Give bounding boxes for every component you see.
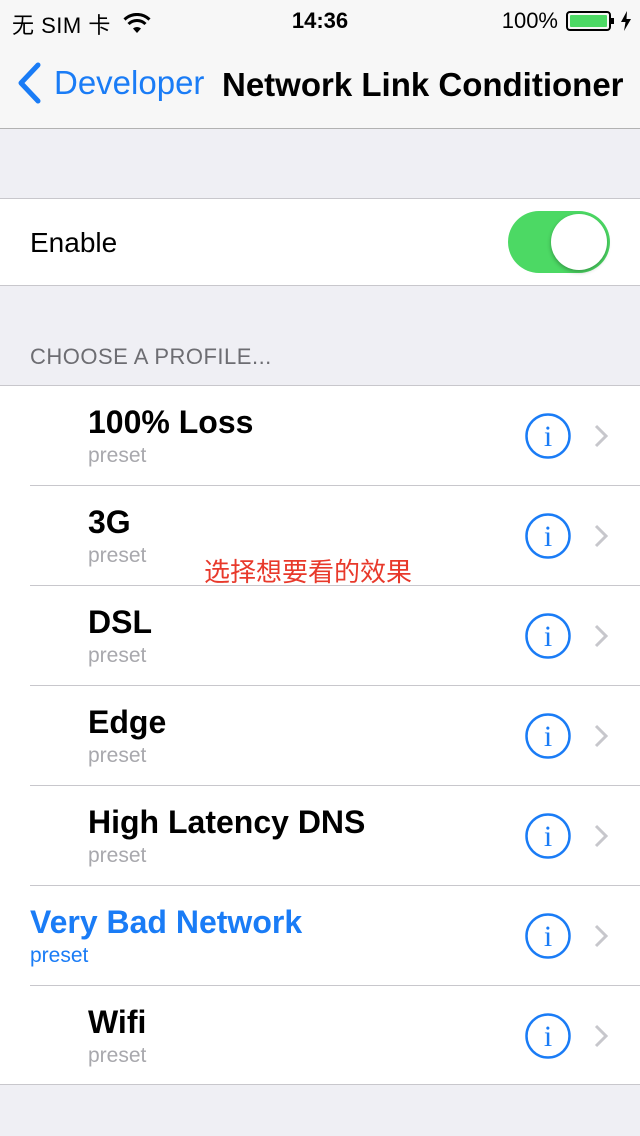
info-icon[interactable]: i xyxy=(525,513,571,559)
svg-text:i: i xyxy=(544,820,552,853)
profile-name: Edge xyxy=(88,704,167,740)
profile-row-100-loss[interactable]: 100% Loss preset i xyxy=(0,386,640,486)
info-icon[interactable]: i xyxy=(525,613,571,659)
profile-subtitle: preset xyxy=(88,844,147,867)
profile-subtitle: preset xyxy=(88,644,147,667)
profile-row-dsl[interactable]: DSL preset i xyxy=(0,586,640,686)
profile-name: Very Bad Network xyxy=(30,904,303,940)
page-title: Network Link Conditioner xyxy=(222,66,624,103)
profile-row-very-bad-network[interactable]: Very Bad Network preset i xyxy=(0,886,640,986)
info-icon[interactable]: i xyxy=(525,713,571,759)
profile-subtitle: preset xyxy=(30,944,89,967)
charging-bolt-icon xyxy=(620,10,632,32)
navigation-bar: Developer Network Link Conditioner xyxy=(0,40,640,129)
annotation-text: 选择想要看的效果 xyxy=(204,558,413,588)
chevron-right-icon xyxy=(594,724,609,748)
profile-list: 100% Loss preset i 3G preset i DSL prese… xyxy=(0,385,640,1085)
enable-label: Enable xyxy=(30,227,118,258)
chevron-right-icon xyxy=(594,424,609,448)
profile-row-high-latency-dns[interactable]: High Latency DNS preset i xyxy=(0,786,640,886)
chevron-right-icon xyxy=(594,524,609,548)
profile-row-edge[interactable]: Edge preset i xyxy=(0,686,640,786)
svg-text:i: i xyxy=(544,720,552,753)
info-icon[interactable]: i xyxy=(525,813,571,859)
info-icon[interactable]: i xyxy=(525,1013,571,1059)
info-icon[interactable]: i xyxy=(525,913,571,959)
back-label: Developer xyxy=(54,64,205,101)
status-right: 100% xyxy=(502,8,632,34)
section-header: CHOOSE A PROFILE... xyxy=(30,344,272,369)
profile-subtitle: preset xyxy=(88,744,147,767)
back-button[interactable]: Developer xyxy=(16,62,204,104)
profile-subtitle: preset xyxy=(88,444,147,467)
chevron-right-icon xyxy=(594,1024,609,1048)
svg-text:i: i xyxy=(544,420,552,453)
toggle-knob xyxy=(551,214,607,270)
svg-text:i: i xyxy=(544,620,552,653)
svg-text:i: i xyxy=(544,1020,552,1053)
battery-percent: 100% xyxy=(501,8,558,33)
profile-row-wifi[interactable]: Wifi preset i xyxy=(0,986,640,1086)
chevron-right-icon xyxy=(594,924,609,948)
battery-icon xyxy=(566,10,616,32)
chevron-right-icon xyxy=(594,624,609,648)
chevron-left-icon xyxy=(16,62,42,104)
info-icon[interactable]: i xyxy=(525,413,571,459)
svg-text:i: i xyxy=(544,920,552,953)
profile-name: Wifi xyxy=(88,1004,147,1040)
profile-subtitle: preset xyxy=(88,544,147,567)
svg-text:i: i xyxy=(544,520,552,553)
profile-name: High Latency DNS xyxy=(88,804,366,840)
profile-name: 3G xyxy=(88,504,131,540)
status-bar: 无 SIM 卡 14:36 100% xyxy=(0,0,640,40)
profile-name: 100% Loss xyxy=(88,404,254,440)
profile-subtitle: preset xyxy=(88,1044,147,1067)
profile-name: DSL xyxy=(88,604,152,640)
enable-cell: Enable xyxy=(0,198,640,286)
enable-toggle[interactable] xyxy=(508,211,610,273)
chevron-right-icon xyxy=(594,824,609,848)
